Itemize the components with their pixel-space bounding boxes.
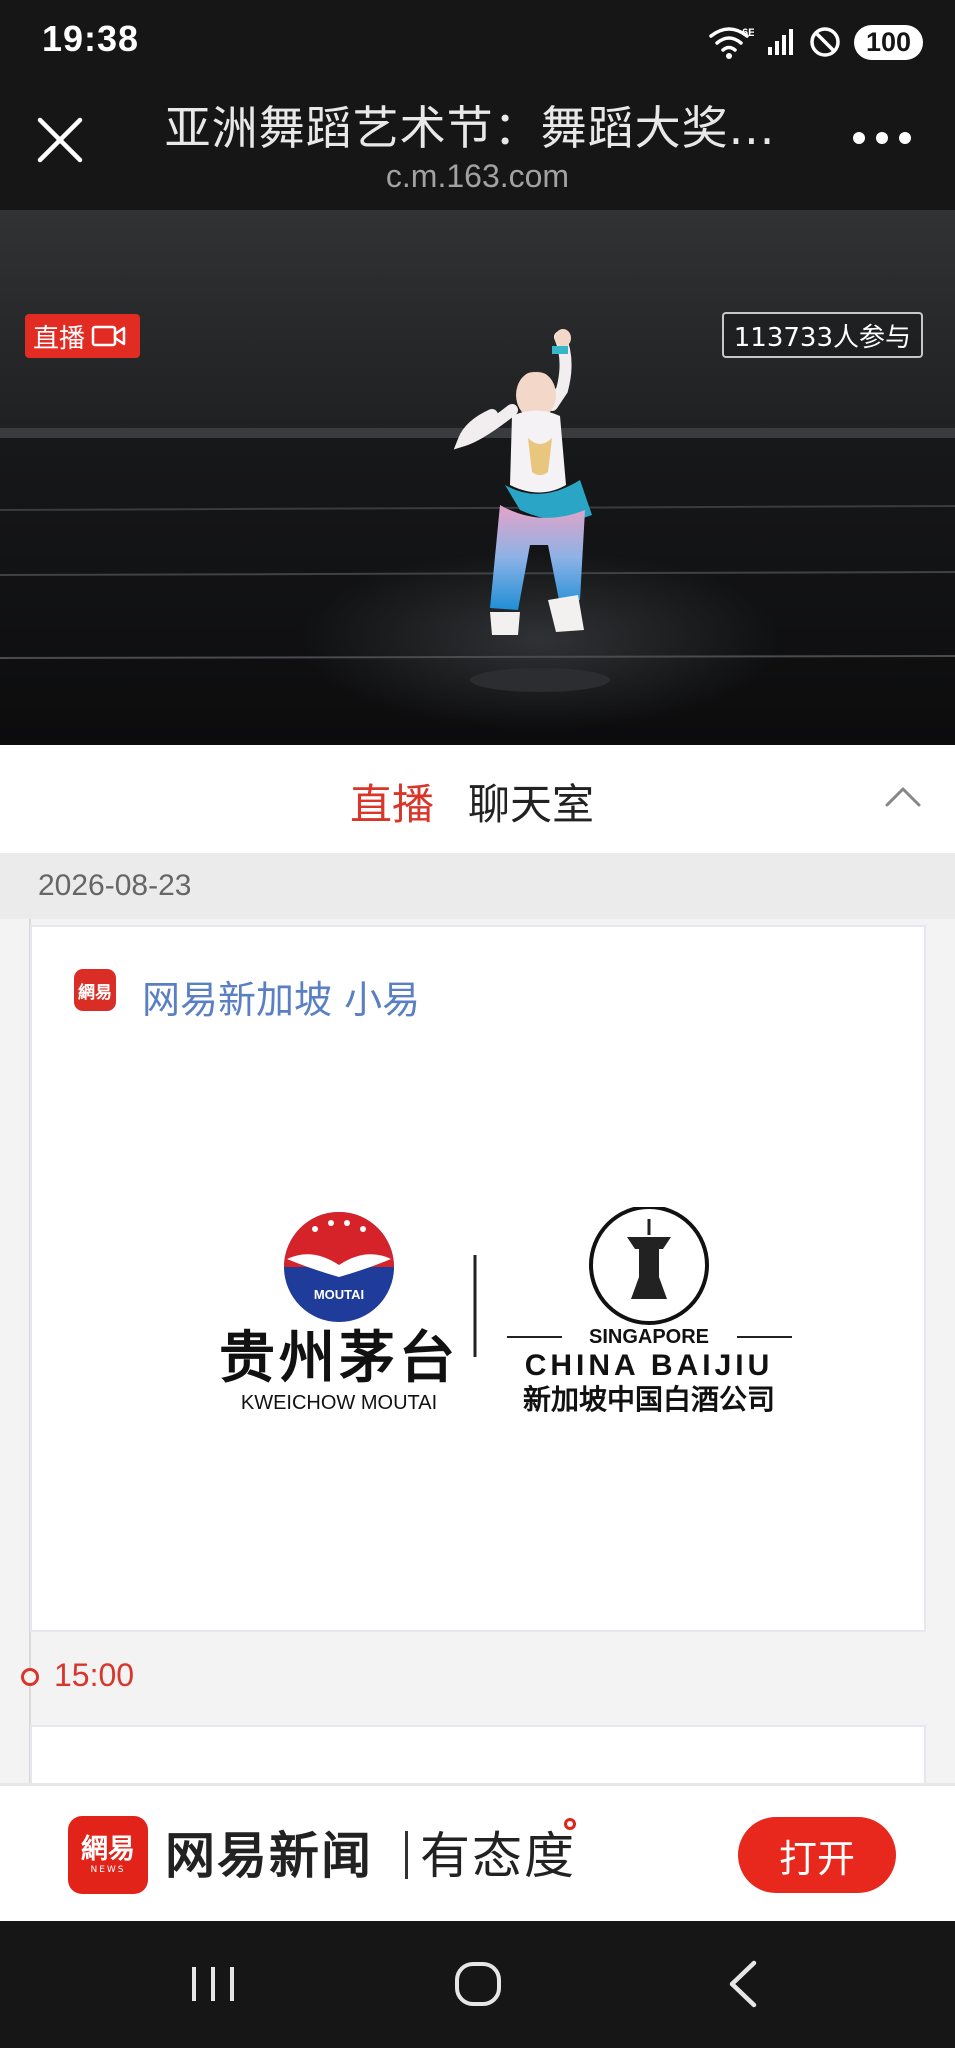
post-author[interactable]: 网易新加坡 小易 [142, 969, 420, 1024]
feed-post-card: 網易 网易新加坡 小易 MOUTAI 贵州茅台 KWEICHOW MOUTAI [30, 925, 926, 1632]
moutai-mark-text: MOUTAI [314, 1287, 364, 1302]
app-logo: 網易 NEWS [68, 1816, 148, 1894]
date-header: 2026-08-23 [0, 853, 955, 919]
baijiu-top-text: SINGAPORE [589, 1326, 709, 1348]
video-camera-icon [91, 325, 126, 347]
status-time: 19:38 [42, 18, 140, 59]
do-not-disturb-icon [810, 27, 840, 57]
more-icon[interactable] [853, 126, 915, 150]
recent-apps-icon[interactable] [178, 1951, 248, 2017]
back-icon[interactable] [710, 1951, 780, 2017]
app-slogan: 有态度 [420, 1827, 576, 1885]
live-feed[interactable]: 2026-08-23 網易 网易新加坡 小易 MOUTAI 贵州茅台 KWEIC… [0, 853, 955, 1783]
wifi-icon: 6E [709, 27, 754, 59]
page-title: 亚洲舞蹈艺术节：舞蹈大奖... [164, 101, 776, 155]
video-frame [0, 210, 955, 745]
close-icon[interactable] [34, 114, 86, 166]
tab-bar: 直播 聊天室 [0, 745, 955, 853]
live-badge: 直播 [25, 314, 140, 358]
baijiu-mid-text: CHINA BAIJIU [525, 1349, 774, 1382]
app-name: 网易新闻 [165, 1827, 373, 1885]
author-avatar: 網易 [74, 969, 116, 1011]
status-icons: 6E 100 [708, 20, 923, 64]
battery-icon: 100 [853, 24, 923, 60]
page-domain: c.m.163.com [385, 158, 570, 194]
home-icon[interactable] [443, 1951, 513, 2017]
timeline-dot [21, 1668, 39, 1686]
feed-post-card-next [30, 1725, 926, 1783]
baijiu-cn-text: 新加坡中国白酒公司 [523, 1383, 775, 1416]
tab-chat[interactable]: 聊天室 [468, 771, 594, 832]
moutai-cn-text: 贵州茅台 [219, 1325, 459, 1391]
moutai-en-text: KWEICHOW MOUTAI [241, 1392, 437, 1414]
live-badge-label: 直播 [33, 323, 86, 354]
slogan-dot [564, 1818, 576, 1830]
live-video-player[interactable]: 直播 113733人参与 [0, 210, 955, 745]
sponsor-logo-image[interactable]: MOUTAI 贵州茅台 KWEICHOW MOUTAI SINGAPORE CH… [197, 1207, 797, 1467]
status-bar: 19:38 6E 100 [0, 0, 955, 80]
signal-icon [767, 29, 793, 55]
open-app-button[interactable]: 打开 [738, 1817, 896, 1893]
author-avatar-text: 網易 [78, 982, 112, 1003]
china-baijiu-logo: SINGAPORE CHINA BAIJIU 新加坡中国白酒公司 [507, 1207, 792, 1416]
app-logo-en: NEWS [90, 1865, 126, 1875]
network-type: 6E [742, 27, 754, 39]
browser-header: 亚洲舞蹈艺术节：舞蹈大奖... c.m.163.com [0, 80, 955, 210]
system-nav-bar [0, 1921, 955, 2048]
tab-live[interactable]: 直播 [350, 771, 434, 832]
chevron-up-icon[interactable] [883, 781, 923, 811]
timeline-time: 15:00 [54, 1657, 135, 1693]
app-logo-cn: 網易 [81, 1834, 135, 1865]
viewer-count-badge: 113733人参与 [721, 312, 923, 358]
app-divider [405, 1831, 408, 1879]
moutai-logo: MOUTAI 贵州茅台 KWEICHOW MOUTAI [219, 1212, 459, 1414]
app-download-banner: 網易 NEWS 网易新闻 有态度 打开 [0, 1783, 955, 1921]
